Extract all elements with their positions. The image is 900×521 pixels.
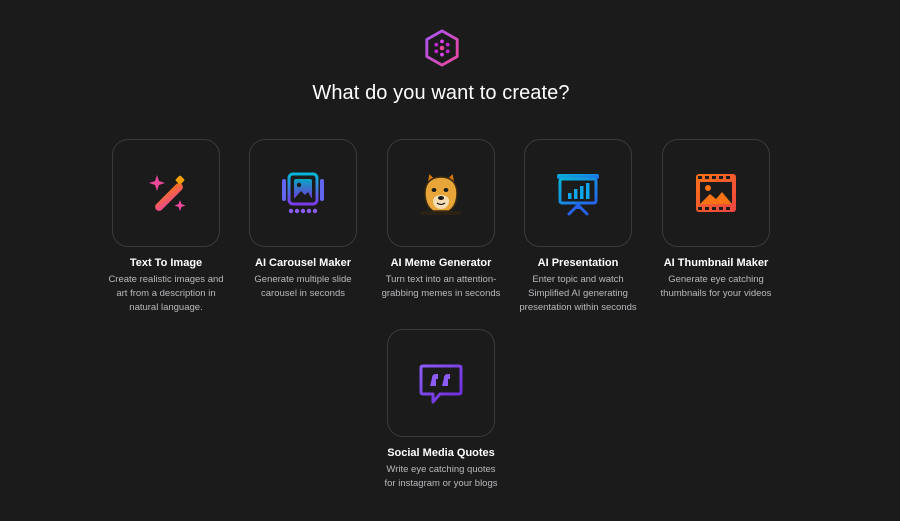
card-description: Generate eye catching thumbnails for you… (660, 274, 772, 299)
page-title: What do you want to create? (312, 82, 570, 104)
card-tile[interactable] (249, 139, 357, 247)
card-tile[interactable] (387, 139, 495, 247)
card-title: AI Thumbnail Maker (663, 257, 769, 269)
card-description: Generate multiple slide carousel in seco… (254, 274, 352, 299)
magic-wand-icon (149, 175, 186, 211)
card-title: Social Media Quotes (387, 447, 495, 459)
card-title: Text To Image (129, 257, 203, 269)
doge-meme-icon (421, 171, 461, 215)
carousel-icon (282, 172, 324, 214)
card-title: AI Meme Generator (390, 257, 492, 269)
card-title: AI Presentation (537, 257, 619, 269)
card-description: Create realistic images and art from a d… (108, 274, 224, 313)
card-title: AI Carousel Maker (255, 257, 351, 269)
presentation-board-icon (557, 174, 599, 216)
card-description: Turn text into an attention- grabbing me… (381, 274, 501, 299)
card-tile[interactable] (112, 139, 220, 247)
create-page: What do you want to create? Text To Imag… (0, 0, 900, 521)
film-thumbnail-icon (696, 174, 736, 212)
brand-logo-icon (423, 29, 461, 67)
card-tile[interactable] (387, 329, 495, 437)
card-tile[interactable] (662, 139, 770, 247)
card-description: Write eye catching quotes for instagram … (384, 464, 498, 489)
card-tile[interactable] (524, 139, 632, 247)
quote-bubble-icon (419, 364, 463, 404)
card-description: Enter topic and watch Simplified AI gene… (519, 274, 637, 313)
